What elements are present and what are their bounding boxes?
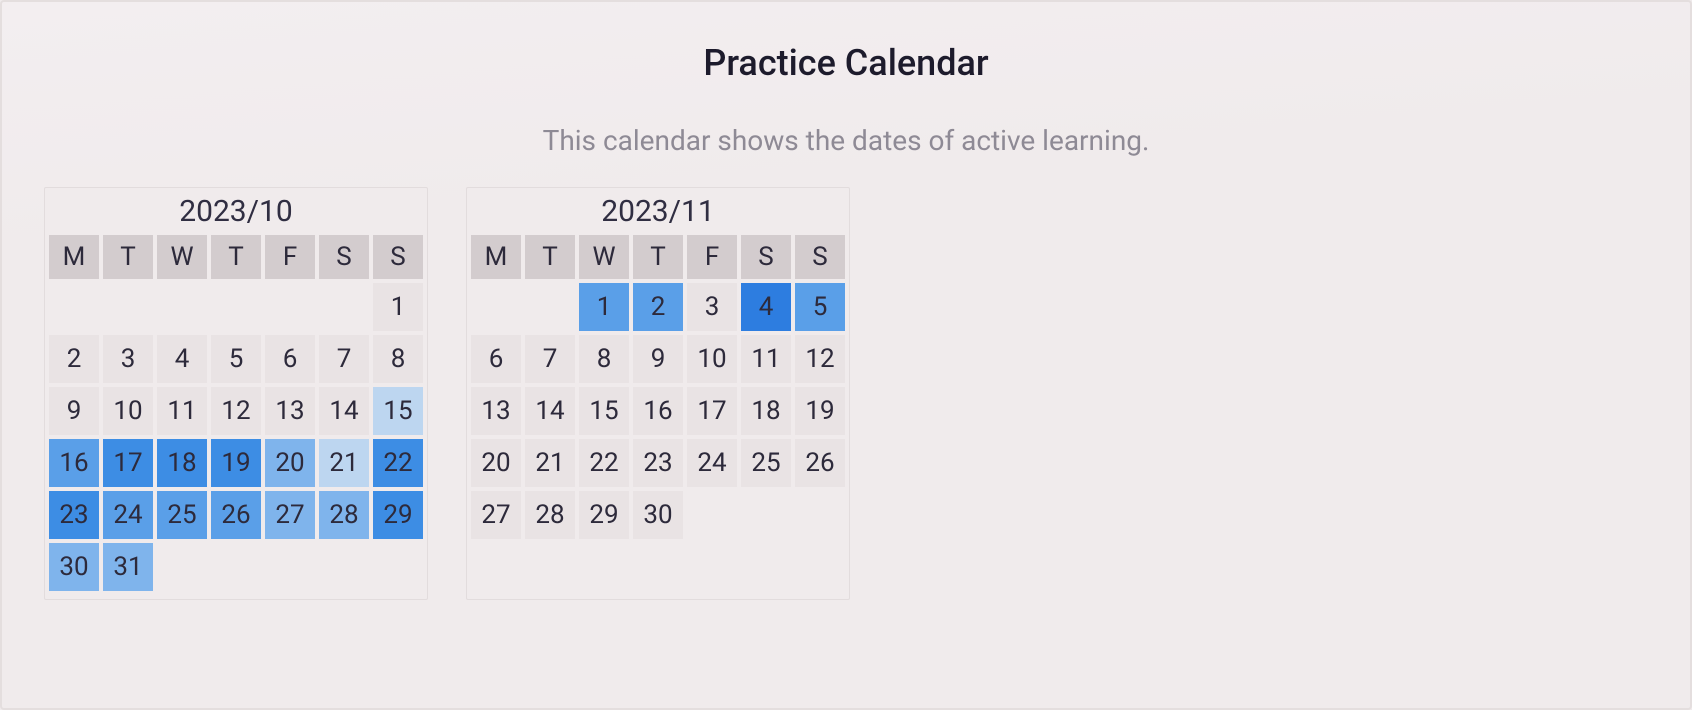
- calendar-day-cell[interactable]: 11: [741, 335, 791, 383]
- calendar-day-cell[interactable]: 14: [525, 387, 575, 435]
- calendar-day-cell[interactable]: 8: [579, 335, 629, 383]
- calendar-day-cell[interactable]: 24: [687, 439, 737, 487]
- calendar-day-cell[interactable]: 27: [471, 491, 521, 539]
- day-header: S: [373, 235, 423, 279]
- calendar-day-cell[interactable]: 4: [741, 283, 791, 331]
- day-header: T: [633, 235, 683, 279]
- calendar-blank-cell: [49, 283, 99, 331]
- page-title: Practice Calendar: [2, 42, 1690, 84]
- calendar-day-cell[interactable]: 14: [319, 387, 369, 435]
- calendar-blank-cell: [319, 283, 369, 331]
- calendar-day-cell[interactable]: 3: [103, 335, 153, 383]
- calendar-day-cell[interactable]: 13: [265, 387, 315, 435]
- calendar-month-label: 2023/11: [471, 192, 845, 235]
- calendar-blank-cell: [157, 283, 207, 331]
- calendar-day-cell[interactable]: 26: [795, 439, 845, 487]
- calendar-day-cell[interactable]: 25: [741, 439, 791, 487]
- calendar-grid: MTWTFSS123456789101112131415161718192021…: [49, 235, 423, 591]
- calendar-day-cell[interactable]: 15: [579, 387, 629, 435]
- day-header: W: [579, 235, 629, 279]
- calendar-day-cell[interactable]: 23: [633, 439, 683, 487]
- calendar-blank-cell: [103, 283, 153, 331]
- calendar-day-cell[interactable]: 24: [103, 491, 153, 539]
- calendar-day-cell[interactable]: 15: [373, 387, 423, 435]
- calendar-day-cell[interactable]: 29: [579, 491, 629, 539]
- calendar-day-cell[interactable]: 16: [633, 387, 683, 435]
- day-header: S: [741, 235, 791, 279]
- calendar-day-cell[interactable]: 6: [265, 335, 315, 383]
- calendar-day-cell[interactable]: 29: [373, 491, 423, 539]
- calendar-day-cell[interactable]: 12: [211, 387, 261, 435]
- calendar-month: 2023/11MTWTFSS12345678910111213141516171…: [466, 187, 850, 600]
- day-header: T: [211, 235, 261, 279]
- calendar-blank-cell: [471, 283, 521, 331]
- calendar-day-cell[interactable]: 1: [373, 283, 423, 331]
- day-header: S: [319, 235, 369, 279]
- calendar-day-cell[interactable]: 19: [795, 387, 845, 435]
- calendar-day-cell[interactable]: 8: [373, 335, 423, 383]
- calendar-day-cell[interactable]: 3: [687, 283, 737, 331]
- practice-calendar-panel: Practice Calendar This calendar shows th…: [0, 0, 1692, 710]
- calendar-day-cell[interactable]: 1: [579, 283, 629, 331]
- day-header: S: [795, 235, 845, 279]
- calendar-day-cell[interactable]: 2: [633, 283, 683, 331]
- calendar-month-label: 2023/10: [49, 192, 423, 235]
- calendar-day-cell[interactable]: 19: [211, 439, 261, 487]
- calendar-day-cell[interactable]: 7: [319, 335, 369, 383]
- calendar-blank-cell: [265, 283, 315, 331]
- calendar-day-cell[interactable]: 27: [265, 491, 315, 539]
- calendar-day-cell[interactable]: 2: [49, 335, 99, 383]
- calendar-day-cell[interactable]: 28: [525, 491, 575, 539]
- calendar-day-cell[interactable]: 9: [49, 387, 99, 435]
- calendar-day-cell[interactable]: 9: [633, 335, 683, 383]
- calendar-month: 2023/10MTWTFSS12345678910111213141516171…: [44, 187, 428, 600]
- calendar-day-cell[interactable]: 21: [525, 439, 575, 487]
- calendar-day-cell[interactable]: 30: [49, 543, 99, 591]
- calendar-day-cell[interactable]: 4: [157, 335, 207, 383]
- calendar-day-cell[interactable]: 22: [579, 439, 629, 487]
- calendar-blank-cell: [211, 283, 261, 331]
- day-header: T: [103, 235, 153, 279]
- calendar-day-cell[interactable]: 20: [471, 439, 521, 487]
- calendar-day-cell[interactable]: 10: [687, 335, 737, 383]
- calendar-day-cell[interactable]: 5: [795, 283, 845, 331]
- day-header: F: [687, 235, 737, 279]
- calendar-day-cell[interactable]: 5: [211, 335, 261, 383]
- calendar-day-cell[interactable]: 28: [319, 491, 369, 539]
- calendar-day-cell[interactable]: 20: [265, 439, 315, 487]
- calendar-day-cell[interactable]: 23: [49, 491, 99, 539]
- day-header: F: [265, 235, 315, 279]
- calendar-day-cell[interactable]: 18: [157, 439, 207, 487]
- calendar-day-cell[interactable]: 17: [103, 439, 153, 487]
- calendar-day-cell[interactable]: 21: [319, 439, 369, 487]
- calendar-day-cell[interactable]: 25: [157, 491, 207, 539]
- calendar-day-cell[interactable]: 22: [373, 439, 423, 487]
- calendar-day-cell[interactable]: 18: [741, 387, 791, 435]
- calendars-row: 2023/10MTWTFSS12345678910111213141516171…: [44, 187, 850, 600]
- calendar-day-cell[interactable]: 12: [795, 335, 845, 383]
- calendar-blank-cell: [525, 283, 575, 331]
- calendar-day-cell[interactable]: 16: [49, 439, 99, 487]
- calendar-day-cell[interactable]: 10: [103, 387, 153, 435]
- calendar-day-cell[interactable]: 31: [103, 543, 153, 591]
- calendar-day-cell[interactable]: 30: [633, 491, 683, 539]
- day-header: M: [471, 235, 521, 279]
- calendar-grid: MTWTFSS123456789101112131415161718192021…: [471, 235, 845, 539]
- calendar-day-cell[interactable]: 26: [211, 491, 261, 539]
- calendar-day-cell[interactable]: 11: [157, 387, 207, 435]
- calendar-day-cell[interactable]: 13: [471, 387, 521, 435]
- page-subtitle: This calendar shows the dates of active …: [2, 124, 1690, 157]
- day-header: M: [49, 235, 99, 279]
- day-header: W: [157, 235, 207, 279]
- calendar-day-cell[interactable]: 6: [471, 335, 521, 383]
- day-header: T: [525, 235, 575, 279]
- header-section: Practice Calendar This calendar shows th…: [2, 42, 1690, 157]
- calendar-day-cell[interactable]: 7: [525, 335, 575, 383]
- calendar-day-cell[interactable]: 17: [687, 387, 737, 435]
